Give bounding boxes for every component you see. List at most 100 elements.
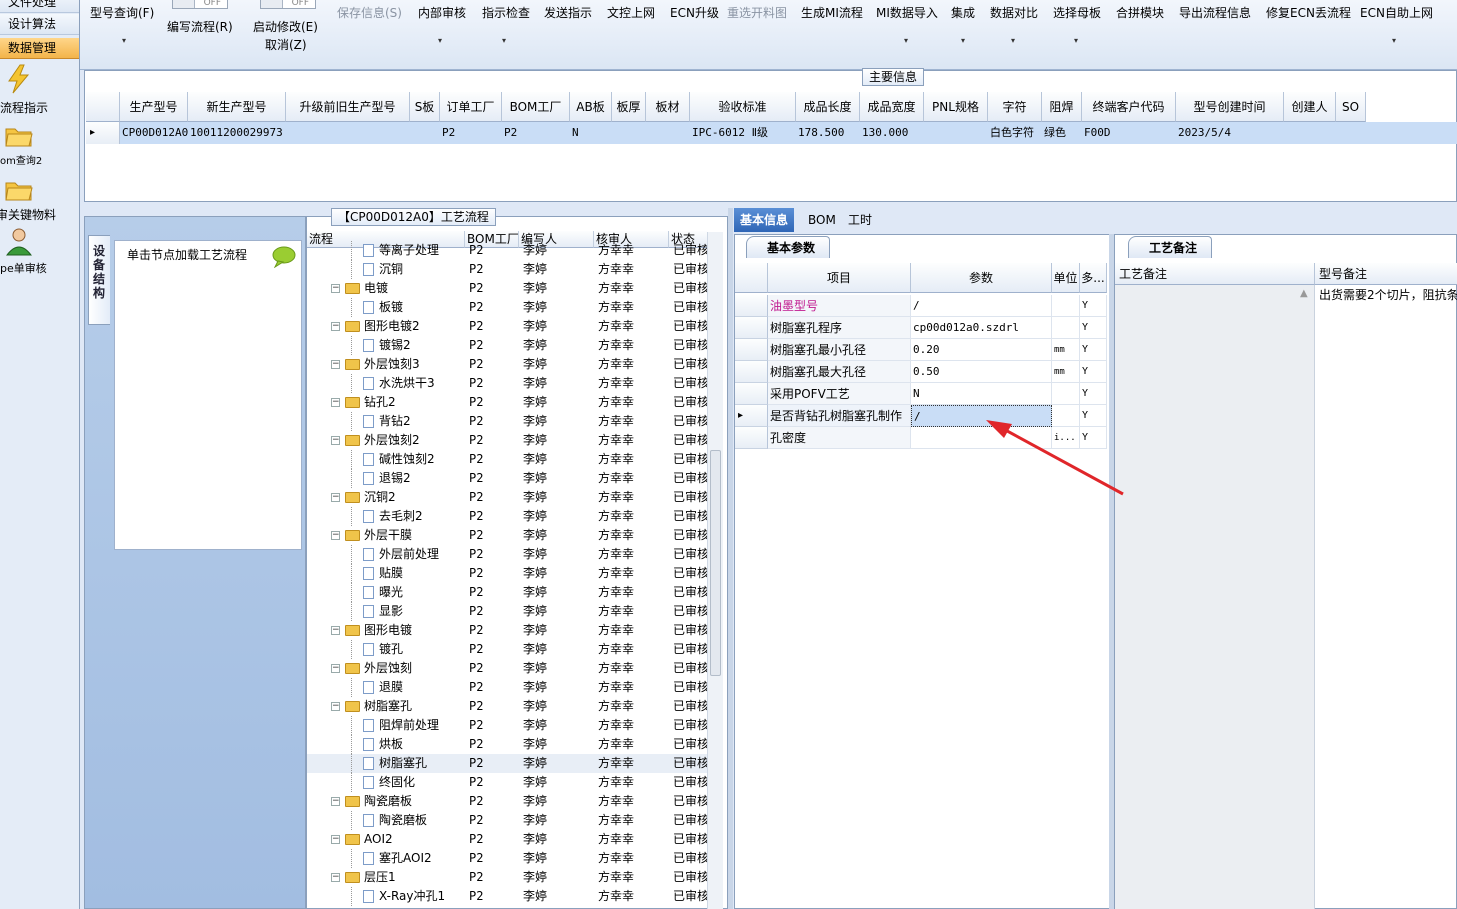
tab-basic-info[interactable]: 基本信息 [734, 208, 795, 232]
flow-node[interactable]: 外层干膜 [345, 526, 412, 545]
flow-name-cell[interactable]: 退锡2 [307, 469, 465, 488]
flow-node[interactable]: 等离子处理 [363, 241, 439, 260]
flow-name-cell[interactable]: 碱性蚀刻2 [307, 450, 465, 469]
table-cell[interactable]: 李婷 [523, 830, 594, 849]
param-value-cell[interactable]: 0.20 [911, 339, 1052, 361]
table-cell[interactable]: P2 [440, 122, 502, 144]
table-cell[interactable]: 已审核 [673, 697, 707, 716]
table-cell[interactable]: 李婷 [523, 431, 594, 450]
flow-name-cell[interactable]: − 外层干膜 [307, 526, 465, 545]
flow-name-cell[interactable]: 背钻2 [307, 412, 465, 431]
table-cell[interactable]: 方幸幸 [598, 450, 669, 469]
table-cell[interactable]: 李婷 [523, 469, 594, 488]
table-cell[interactable]: 方幸幸 [598, 849, 669, 868]
ecn-auto-online-button[interactable]: ECN自助上网 [1360, 4, 1433, 21]
collapse-icon[interactable]: − [331, 835, 340, 844]
table-cell[interactable]: 李婷 [523, 697, 594, 716]
table-cell[interactable]: 李婷 [523, 887, 594, 906]
param-flag-cell[interactable]: Y [1080, 295, 1107, 317]
collapse-icon[interactable]: − [331, 436, 340, 445]
cancel-button[interactable]: 取消(Z) [265, 36, 307, 53]
table-cell[interactable]: P2 [469, 507, 519, 526]
table-cell[interactable] [924, 122, 988, 144]
table-cell[interactable] [1336, 122, 1366, 144]
param-unit-cell[interactable]: mm [1052, 361, 1080, 383]
process-notes-title[interactable]: 工艺备注 [1128, 236, 1213, 258]
flow-node[interactable]: 阻焊前处理 [363, 716, 439, 735]
flow-name-cell[interactable]: 终固化 [307, 773, 465, 792]
table-cell[interactable]: 李婷 [523, 811, 594, 830]
flow-node[interactable]: 树脂塞孔 [345, 697, 412, 716]
table-cell[interactable]: P2 [469, 412, 519, 431]
table-cell[interactable]: 李婷 [523, 260, 594, 279]
row-indicator[interactable] [735, 339, 768, 361]
table-cell[interactable]: P2 [469, 830, 519, 849]
flow-name-cell[interactable]: 显影 [307, 602, 465, 621]
table-cell[interactable]: 李婷 [523, 735, 594, 754]
doc-online-button[interactable]: 文控上网 [607, 4, 655, 21]
table-cell[interactable]: 已审核 [673, 393, 707, 412]
table-cell[interactable]: P2 [469, 450, 519, 469]
column-header[interactable]: S板 [410, 92, 440, 122]
mi-import-button[interactable]: MI数据导入 [876, 4, 938, 21]
table-cell[interactable]: 李婷 [523, 564, 594, 583]
table-cell[interactable]: 方幸幸 [598, 792, 669, 811]
table-row[interactable]: 镀锡2 P2 李婷 方幸幸 已审核 [307, 336, 707, 355]
table-cell[interactable]: 方幸幸 [598, 564, 669, 583]
flow-name-cell[interactable]: 退膜 [307, 678, 465, 697]
column-header[interactable]: 升级前旧生产型号 [286, 92, 410, 122]
column-header[interactable]: 成品宽度 [860, 92, 924, 122]
table-cell[interactable]: 方幸幸 [598, 868, 669, 887]
table-cell[interactable]: 李婷 [523, 849, 594, 868]
table-cell[interactable]: 已审核 [673, 887, 707, 906]
flow-node[interactable]: 沉铜 [363, 260, 403, 279]
table-cell[interactable]: 绿色 [1042, 122, 1082, 144]
table-row[interactable]: − 图形电镀2 P2 李婷 方幸幸 已审核 [307, 317, 707, 336]
column-header[interactable]: 参数 [911, 263, 1052, 293]
flow-name-cell[interactable]: X-Ray冲孔1 [307, 887, 465, 906]
param-value-cell[interactable]: / [911, 295, 1052, 317]
flow-node[interactable]: 陶瓷磨板 [345, 792, 412, 811]
flow-node[interactable]: 显影 [363, 602, 403, 621]
table-cell[interactable]: P2 [469, 640, 519, 659]
collapse-icon[interactable]: − [331, 626, 340, 635]
write-flow-toggle[interactable]: OFF [172, 0, 228, 9]
table-cell[interactable]: 李婷 [523, 355, 594, 374]
flow-node[interactable]: 终固化 [363, 773, 415, 792]
table-cell[interactable]: 已审核 [673, 754, 707, 773]
table-row[interactable]: − 层压1 P2 李婷 方幸幸 已审核 [307, 868, 707, 887]
flow-node[interactable]: 板镀 [363, 298, 403, 317]
flow-name-cell[interactable]: 镀孔 [307, 640, 465, 659]
row-indicator[interactable] [735, 361, 768, 383]
flow-node[interactable]: 陶瓷磨板 [363, 811, 427, 830]
table-row[interactable]: 曝光 P2 李婷 方幸幸 已审核 [307, 583, 707, 602]
table-cell[interactable]: 李婷 [523, 336, 594, 355]
table-row[interactable]: 烘板 P2 李婷 方幸幸 已审核 [307, 735, 707, 754]
flow-node[interactable]: 镀孔 [363, 640, 403, 659]
chevron-up-icon[interactable]: ▲ [1300, 288, 1308, 299]
table-cell[interactable]: P2 [469, 374, 519, 393]
flow-node[interactable]: 贴膜 [363, 564, 403, 583]
table-row[interactable]: 碱性蚀刻2 P2 李婷 方幸幸 已审核 [307, 450, 707, 469]
flow-name-cell[interactable]: − 外层蚀刻2 [307, 431, 465, 450]
ecn-upgrade-button[interactable]: ECN升级 [670, 4, 719, 21]
chevron-down-icon[interactable]: ▾ [904, 36, 908, 45]
column-header[interactable]: 字符 [988, 92, 1042, 122]
collapse-icon[interactable]: − [331, 322, 340, 331]
table-cell[interactable]: P2 [469, 317, 519, 336]
table-row[interactable]: 终固化 P2 李婷 方幸幸 已审核 [307, 773, 707, 792]
flow-node[interactable]: 外层前处理 [363, 545, 439, 564]
table-cell[interactable]: 已审核 [673, 241, 707, 260]
param-value-cell[interactable]: 0.50 [911, 361, 1052, 383]
table-cell[interactable]: 方幸幸 [598, 507, 669, 526]
table-row[interactable]: − 图形电镀 P2 李婷 方幸幸 已审核 [307, 621, 707, 640]
column-header[interactable]: 单位 [1052, 263, 1080, 293]
table-cell[interactable]: 方幸幸 [598, 621, 669, 640]
flow-node[interactable]: 图形电镀 [345, 621, 412, 640]
param-value-cell[interactable]: cp00d012a0.szdrl [911, 317, 1052, 339]
nav-tab-design[interactable]: 设计算法 [0, 14, 79, 35]
flow-node[interactable]: 水洗烘干3 [363, 374, 435, 393]
table-cell[interactable]: 已审核 [673, 868, 707, 887]
table-cell[interactable]: 李婷 [523, 792, 594, 811]
table-cell[interactable]: 已审核 [673, 735, 707, 754]
